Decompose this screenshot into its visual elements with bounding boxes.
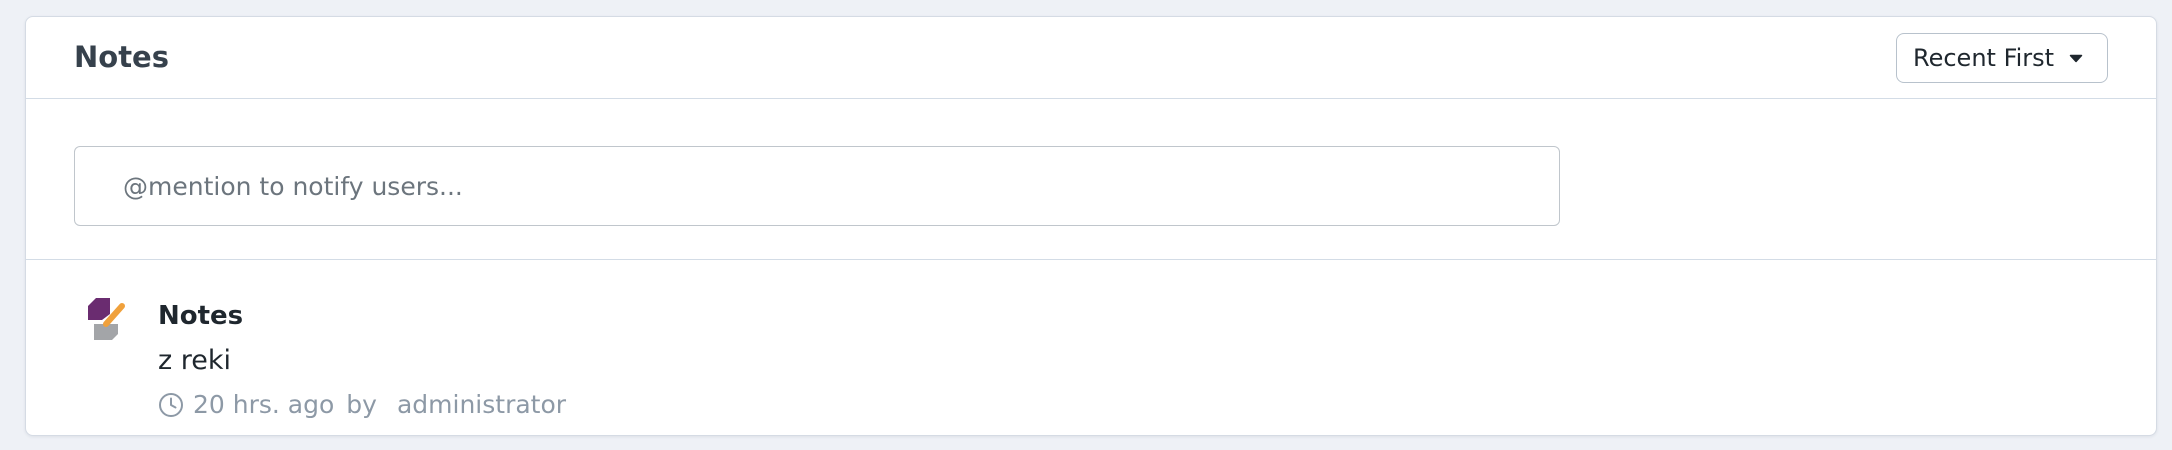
notes-card: Notes Recent First Notes z reki [25, 16, 2157, 436]
notes-header: Notes Recent First [26, 17, 2156, 99]
notes-icon [84, 296, 128, 340]
sort-order-button[interactable]: Recent First [1896, 33, 2108, 83]
by-label: by [346, 390, 377, 419]
timeline-item: Notes z reki 20 hrs. ago by administrato… [26, 260, 2156, 436]
clock-icon [158, 392, 184, 418]
author-link[interactable]: administrator [397, 390, 566, 420]
comment-input[interactable] [74, 146, 1560, 226]
sort-order-label: Recent First [1913, 44, 2055, 72]
timeline-item-content: z reki [158, 345, 232, 376]
timeline-item-meta: 20 hrs. ago by administrator [158, 390, 566, 420]
timeline-item-title: Notes [158, 301, 244, 331]
comment-section [26, 99, 2156, 260]
page-title: Notes [74, 40, 169, 74]
timestamp: 20 hrs. ago [193, 390, 335, 419]
caret-down-icon [2068, 50, 2084, 66]
